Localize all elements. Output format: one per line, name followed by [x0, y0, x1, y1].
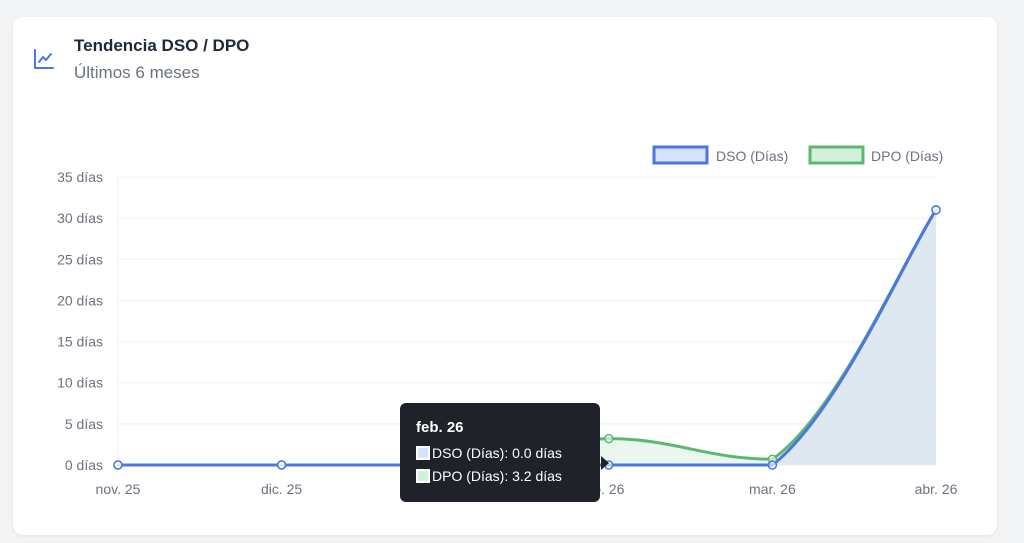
x-tick-label: dic. 25: [261, 481, 302, 497]
x-tick-label: abr. 26: [915, 481, 958, 497]
tooltip-label-dso: DSO (Días): 0.0 días: [432, 445, 562, 461]
y-tick-label: 30 días: [57, 210, 103, 226]
x-tick-label: nov. 25: [96, 481, 141, 497]
point-dso[interactable]: [276, 460, 287, 470]
tooltip-row-dpo: DPO (Días): 3.2 días: [416, 466, 600, 486]
tooltip-title: feb. 26: [416, 419, 464, 436]
y-tick-label: 10 días: [57, 375, 103, 391]
y-axis-ticks: 0 días 5 días 10 días 15 días 20 días 25 días…: [57, 169, 103, 473]
legend-label-dpo[interactable]: DPO (Días): [871, 148, 943, 164]
legend-swatch-dso[interactable]: [652, 145, 709, 165]
tooltip-caret: [601, 456, 609, 470]
legend-swatch-dpo[interactable]: [808, 145, 865, 165]
y-tick-label: 25 días: [57, 251, 103, 267]
y-tick-label: 20 días: [57, 292, 103, 308]
point-dso[interactable]: [767, 460, 778, 470]
legend: DSO (Días) DPO (Días): [652, 145, 943, 165]
legend-label-dso[interactable]: DSO (Días): [716, 148, 788, 164]
tooltip-row-dso: DSO (Días): 0.0 días: [416, 443, 600, 463]
point-dso[interactable]: [113, 460, 123, 470]
tooltip-swatch-dpo: [416, 469, 430, 483]
y-tick-label: 5 días: [65, 416, 103, 432]
y-tick-label: 0 días: [65, 457, 103, 473]
tooltip-swatch-dso: [416, 446, 430, 460]
point-dpo[interactable]: [604, 433, 614, 444]
y-tick-label: 15 días: [57, 334, 103, 350]
chart-tooltip: feb. 26 DSO (Días): 0.0 días DPO (Días):…: [400, 403, 600, 502]
tooltip-label-dpo: DPO (Días): 3.2 días: [432, 468, 562, 484]
x-tick-label: mar. 26: [749, 481, 796, 497]
point-dso[interactable]: [931, 205, 941, 215]
y-tick-label: 35 días: [57, 169, 103, 185]
